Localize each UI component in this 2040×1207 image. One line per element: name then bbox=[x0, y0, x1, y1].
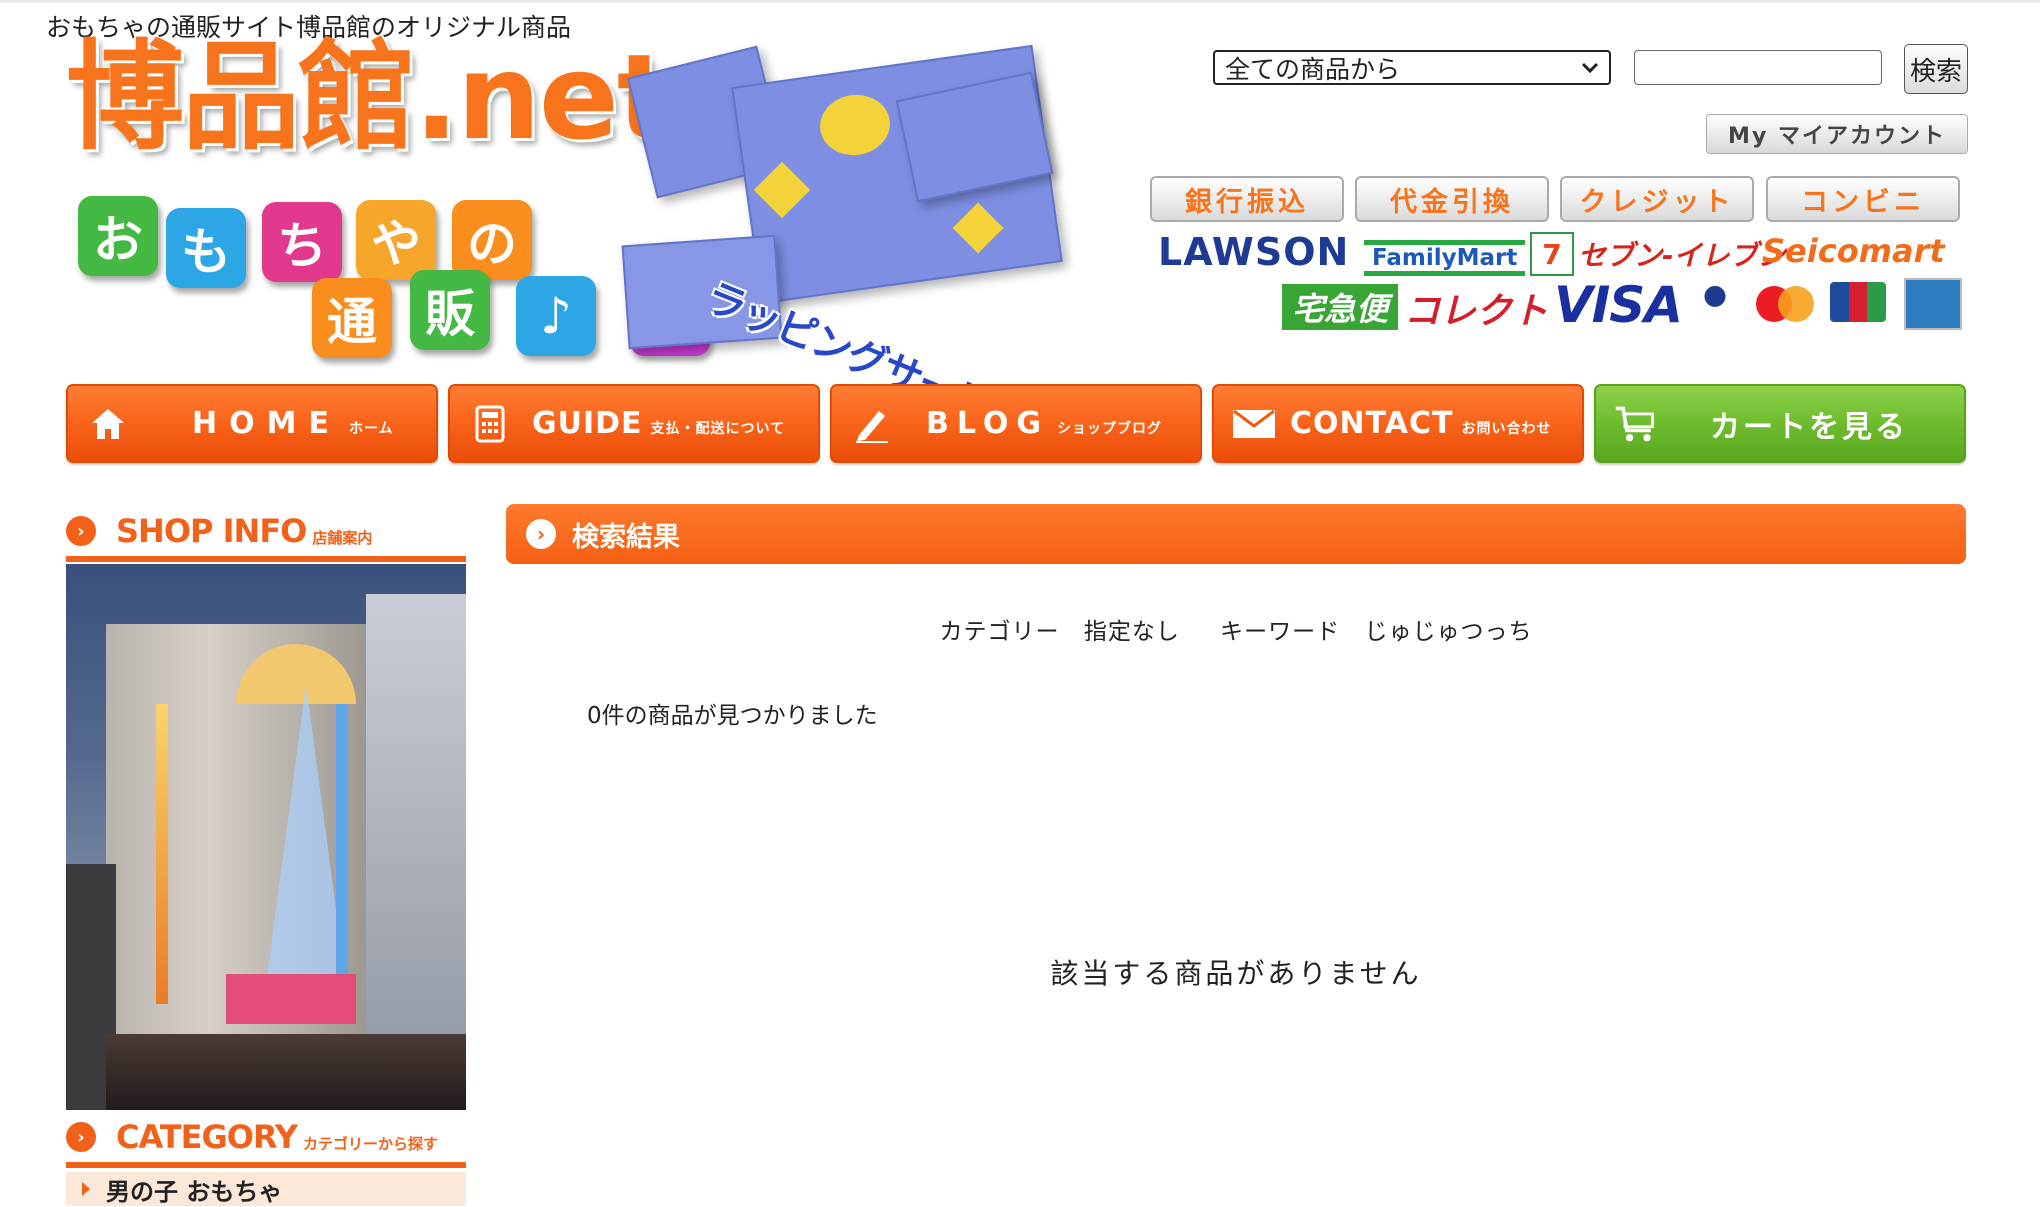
nav-guide-label: GUIDE bbox=[532, 406, 643, 441]
nav-home-sub: ホーム bbox=[348, 420, 394, 437]
nav-home-label: HOME bbox=[192, 406, 341, 441]
nav-contact[interactable]: CONTACT お問い合わせ bbox=[1212, 384, 1584, 463]
familymart-logo: FamilyMart bbox=[1364, 240, 1526, 276]
keyword-condition-label: キーワード bbox=[1220, 619, 1341, 645]
cart-icon bbox=[1614, 402, 1658, 446]
my-account-button[interactable]: My マイアカウント bbox=[1706, 114, 1968, 154]
logo-tile: 通 bbox=[312, 278, 392, 358]
logo-tile: お bbox=[78, 196, 158, 276]
triangle-right-icon bbox=[82, 1182, 90, 1196]
nav-contact-sub: お問い合わせ bbox=[1461, 420, 1552, 437]
music-note-icon: ♪ bbox=[516, 276, 596, 356]
shop-info-heading: › SHOP INFO 店舗案内 bbox=[66, 512, 466, 550]
category-condition-value: 指定なし bbox=[1083, 619, 1180, 645]
category-title: CATEGORY bbox=[116, 1118, 298, 1156]
category-sub: カテゴリーから探す bbox=[302, 1134, 438, 1153]
nav-home[interactable]: HOME ホーム bbox=[66, 384, 438, 463]
shop-info-title: SHOP INFO bbox=[116, 512, 307, 550]
nav-guide[interactable]: GUIDE 支払・配送について bbox=[448, 384, 820, 463]
payment-credit[interactable]: クレジット bbox=[1560, 176, 1754, 222]
nav-contact-label: CONTACT bbox=[1290, 406, 1454, 441]
logo-tile: ち bbox=[262, 202, 342, 282]
search-result-heading: › 検索結果 bbox=[506, 504, 1966, 564]
payment-convenience[interactable]: コンビニ bbox=[1766, 176, 1960, 222]
shop-info-sub: 店舗案内 bbox=[312, 528, 373, 547]
pencil-icon bbox=[850, 402, 894, 446]
category-item-label: 男の子 おもちゃ bbox=[106, 1177, 283, 1206]
collect-logo: コレクト bbox=[1404, 291, 1549, 332]
shop-info-divider bbox=[66, 556, 466, 562]
mail-icon bbox=[1232, 402, 1276, 446]
takkyubin-logo: 宅急便 bbox=[1282, 284, 1399, 330]
nav-blog-label: BLOG bbox=[926, 406, 1050, 441]
mastercard-icon bbox=[1756, 286, 1814, 322]
nav-blog[interactable]: BLOG ショップブログ bbox=[830, 384, 1202, 463]
calculator-icon bbox=[468, 402, 512, 446]
logo-tile: や bbox=[356, 200, 436, 280]
category-item-boys-toys[interactable]: 男の子 おもちゃ bbox=[66, 1172, 466, 1206]
category-heading: › CATEGORY カテゴリーから探す bbox=[66, 1118, 466, 1156]
logo-tile: 販 bbox=[410, 270, 490, 350]
search-button[interactable]: 検索 bbox=[1904, 44, 1968, 94]
seicomart-logo: Seicomart bbox=[1762, 232, 1945, 270]
logo-tile: も bbox=[166, 208, 246, 288]
search-scope-value: 全ての商品から bbox=[1225, 54, 1401, 84]
top-border bbox=[0, 0, 2040, 3]
search-conditions: カテゴリー 指定なし キーワード じゅじゅつっち bbox=[506, 612, 1966, 646]
search-result-title: 検索結果 bbox=[572, 521, 680, 553]
logo-tile: の bbox=[452, 200, 532, 280]
chevron-down-icon bbox=[1581, 62, 1599, 73]
nav-cart-label: カートを見る bbox=[1710, 409, 1908, 445]
nav-cart[interactable]: カートを見る bbox=[1594, 384, 1966, 463]
amex-icon bbox=[1904, 278, 1962, 330]
arrow-right-icon: › bbox=[526, 519, 556, 549]
category-divider bbox=[66, 1162, 466, 1168]
payment-bank-transfer[interactable]: 銀行振込 bbox=[1150, 176, 1344, 222]
arrow-right-icon: › bbox=[66, 516, 96, 546]
keyword-condition-value: じゅじゅつっち bbox=[1364, 619, 1533, 645]
arrow-right-icon: › bbox=[66, 1122, 96, 1152]
category-condition-label: カテゴリー bbox=[939, 619, 1060, 645]
lawson-logo: LAWSON bbox=[1158, 230, 1350, 274]
nav-blog-sub: ショップブログ bbox=[1057, 420, 1163, 437]
shop-building-photo[interactable] bbox=[66, 564, 466, 1110]
seven-eleven-logo: セブン-イレブン bbox=[1578, 239, 1786, 272]
nav-guide-sub: 支払・配送について bbox=[650, 420, 786, 437]
home-icon bbox=[86, 402, 130, 446]
logo-text: 博品館.net bbox=[66, 28, 673, 166]
seven-eleven-icon: 7 bbox=[1530, 232, 1574, 276]
search-input[interactable] bbox=[1634, 50, 1882, 85]
result-count: 0件の商品が見つかりました bbox=[587, 703, 878, 729]
diners-club-icon bbox=[1690, 282, 1740, 318]
visa-logo: VISA bbox=[1554, 276, 1683, 334]
jcb-icon bbox=[1830, 282, 1886, 322]
no-result-message: 該当する商品がありません bbox=[1050, 957, 1422, 990]
payment-cash-on-delivery[interactable]: 代金引換 bbox=[1355, 176, 1549, 222]
search-scope-select[interactable]: 全ての商品から bbox=[1213, 50, 1611, 85]
